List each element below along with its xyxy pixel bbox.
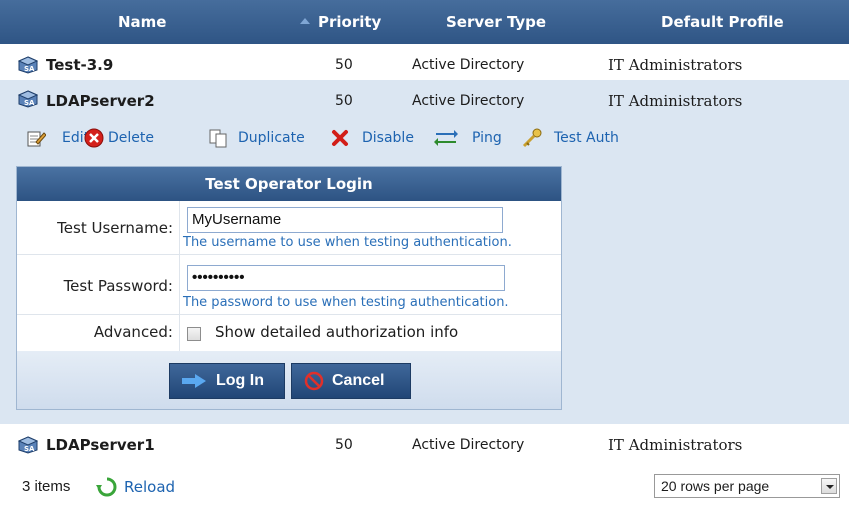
cancel-button[interactable]: Cancel — [291, 363, 411, 399]
show-detailed-info-checkbox[interactable] — [187, 327, 201, 341]
edit-icon — [27, 131, 46, 147]
chevron-down-icon[interactable] — [821, 478, 837, 494]
table-row-selected[interactable]: SA LDAPserver2 50 Active Directory IT Ad… — [0, 80, 849, 118]
server-default-profile: IT Administrators — [608, 92, 743, 110]
duplicate-icon — [209, 129, 227, 148]
cancel-icon — [304, 371, 324, 391]
table-header: Name Priority Server Type Default Profil… — [0, 0, 849, 44]
server-priority: 50 — [335, 93, 353, 109]
column-header-default-profile[interactable]: Default Profile — [661, 0, 784, 44]
item-count: 3 items — [22, 478, 71, 495]
password-row: Test Password: •••••••••• The password t… — [17, 255, 561, 315]
username-row: Test Username: MyUsername The username t… — [17, 201, 561, 255]
server-type: Active Directory — [412, 93, 525, 109]
server-default-profile: IT Administrators — [608, 436, 743, 454]
server-name[interactable]: LDAPserver1 — [46, 424, 155, 466]
key-icon — [522, 128, 542, 148]
rows-per-page-select[interactable]: 20 rows per page — [654, 474, 840, 498]
delete-icon — [84, 128, 104, 148]
password-hint: The password to use when testing authent… — [183, 295, 509, 310]
svg-text:SA: SA — [24, 65, 35, 73]
test-operator-login-dialog: Test Operator Login Test Username: MyUse… — [16, 166, 562, 410]
arrow-right-icon — [182, 374, 206, 388]
reload-icon[interactable] — [96, 476, 118, 498]
username-hint: The username to use when testing authent… — [183, 235, 512, 250]
duplicate-label[interactable]: Duplicate — [238, 124, 305, 152]
server-priority: 50 — [335, 437, 353, 453]
sort-ascending-icon — [300, 18, 310, 24]
test-auth-label[interactable]: Test Auth — [554, 124, 619, 152]
password-input[interactable]: •••••••••• — [187, 265, 505, 291]
username-input[interactable]: MyUsername — [187, 207, 503, 233]
table-row[interactable]: SA LDAPserver1 50 Active Directory IT Ad… — [0, 424, 849, 466]
server-icon: SA — [18, 90, 38, 108]
show-detailed-info-label[interactable]: Show detailed authorization info — [215, 323, 458, 341]
field-divider — [179, 315, 180, 351]
dialog-title: Test Operator Login — [17, 167, 561, 201]
ping-icon — [434, 130, 458, 146]
username-label: Test Username: — [57, 219, 173, 237]
log-in-button[interactable]: Log In — [169, 363, 285, 399]
disable-icon — [332, 130, 348, 146]
svg-text:SA: SA — [24, 445, 35, 453]
field-divider — [179, 201, 180, 255]
password-label: Test Password: — [63, 277, 173, 295]
disable-label[interactable]: Disable — [362, 124, 414, 152]
cancel-label[interactable]: Cancel — [332, 364, 384, 398]
dialog-footer: Log In Cancel — [17, 351, 561, 409]
rows-per-page-value[interactable]: 20 rows per page — [661, 478, 769, 494]
reload-link[interactable]: Reload — [124, 478, 175, 496]
advanced-label: Advanced: — [93, 323, 173, 341]
svg-text:SA: SA — [24, 99, 35, 107]
log-in-label[interactable]: Log In — [216, 364, 264, 398]
field-divider — [179, 255, 180, 315]
server-icon: SA — [18, 56, 38, 74]
column-header-name[interactable]: Name — [118, 0, 166, 44]
ping-label[interactable]: Ping — [472, 124, 502, 152]
server-name[interactable]: LDAPserver2 — [46, 80, 155, 118]
column-header-server-type[interactable]: Server Type — [446, 0, 546, 44]
server-icon: SA — [18, 436, 38, 454]
advanced-row: Advanced: Show detailed authorization in… — [17, 315, 561, 351]
server-type: Active Directory — [412, 437, 525, 453]
column-header-priority[interactable]: Priority — [318, 0, 381, 44]
table-footer: 3 items Reload 20 rows per page — [0, 466, 849, 510]
delete-label[interactable]: Delete — [108, 124, 154, 152]
